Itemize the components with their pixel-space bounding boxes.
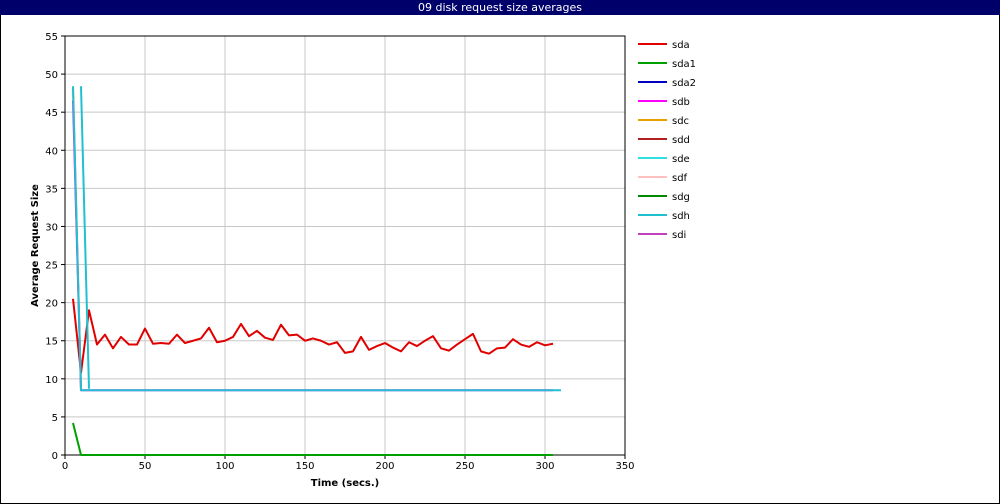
series-line-sdh [72, 86, 561, 392]
legend-item-sda1: sda1 [638, 59, 696, 70]
legend-item-sda2: sda2 [638, 78, 696, 89]
x-tick-label: 200 [375, 461, 394, 472]
legend-item-sdf: sdf [638, 173, 688, 184]
x-tick-label: 50 [139, 461, 152, 472]
legend-label: sdh [672, 211, 690, 222]
y-axis-ticks: 0 5 10 15 20 25 30 35 40 45 50 55 [45, 32, 65, 462]
y-tick-label: 15 [45, 337, 58, 348]
series-lines [72, 86, 561, 456]
legend-label: sdd [672, 135, 690, 146]
legend-label: sdf [672, 173, 688, 184]
x-axis-label: Time (secs.) [311, 478, 380, 489]
legend-label: sda [672, 40, 690, 51]
legend-item-sdc: sdc [638, 116, 689, 127]
y-tick-label: 45 [45, 108, 58, 119]
x-axis-ticks: 0 50 100 150 200 250 300 350 [62, 455, 635, 472]
y-tick-label: 30 [45, 222, 58, 233]
y-tick-label: 40 [45, 146, 58, 157]
legend-item-sde: sde [638, 154, 690, 165]
legend-item-sdi: sdi [638, 230, 686, 241]
y-tick-label: 35 [45, 184, 58, 195]
x-tick-label: 100 [215, 461, 234, 472]
legend-label: sdc [672, 116, 689, 127]
grid-lines [64, 35, 626, 456]
x-tick-label: 0 [62, 461, 68, 472]
y-tick-label: 5 [52, 413, 58, 424]
x-tick-label: 300 [535, 461, 554, 472]
x-tick-label: 150 [295, 461, 314, 472]
legend: sda sda1 sda2 sdb sdc sdd sde sdf sdg sdh sdi [638, 40, 696, 241]
x-tick-label: 250 [455, 461, 474, 472]
legend-item-sda: sda [638, 40, 690, 51]
legend-item-sdd: sdd [638, 135, 690, 146]
y-tick-label: 0 [52, 451, 58, 462]
y-tick-label: 50 [45, 70, 58, 81]
y-tick-label: 25 [45, 261, 58, 272]
legend-label: sdb [672, 97, 690, 108]
legend-label: sdi [672, 230, 686, 241]
y-tick-label: 20 [45, 299, 58, 310]
legend-item-sdb: sdb [638, 97, 690, 108]
y-axis-label: Average Request Size [30, 184, 41, 307]
legend-label: sda2 [672, 78, 696, 89]
chart-svg: 0 50 100 150 200 250 300 350 0 5 10 15 20 25 30 35 40 45… [30, 32, 696, 489]
legend-label: sdg [672, 192, 690, 203]
legend-item-sdh: sdh [638, 211, 690, 222]
y-tick-label: 10 [45, 375, 58, 386]
legend-item-sdg: sdg [638, 192, 690, 203]
plot-border [64, 35, 626, 456]
legend-label: sde [672, 154, 690, 165]
x-tick-label: 350 [615, 461, 634, 472]
y-tick-label: 55 [45, 32, 58, 43]
legend-label: sda1 [672, 59, 696, 70]
